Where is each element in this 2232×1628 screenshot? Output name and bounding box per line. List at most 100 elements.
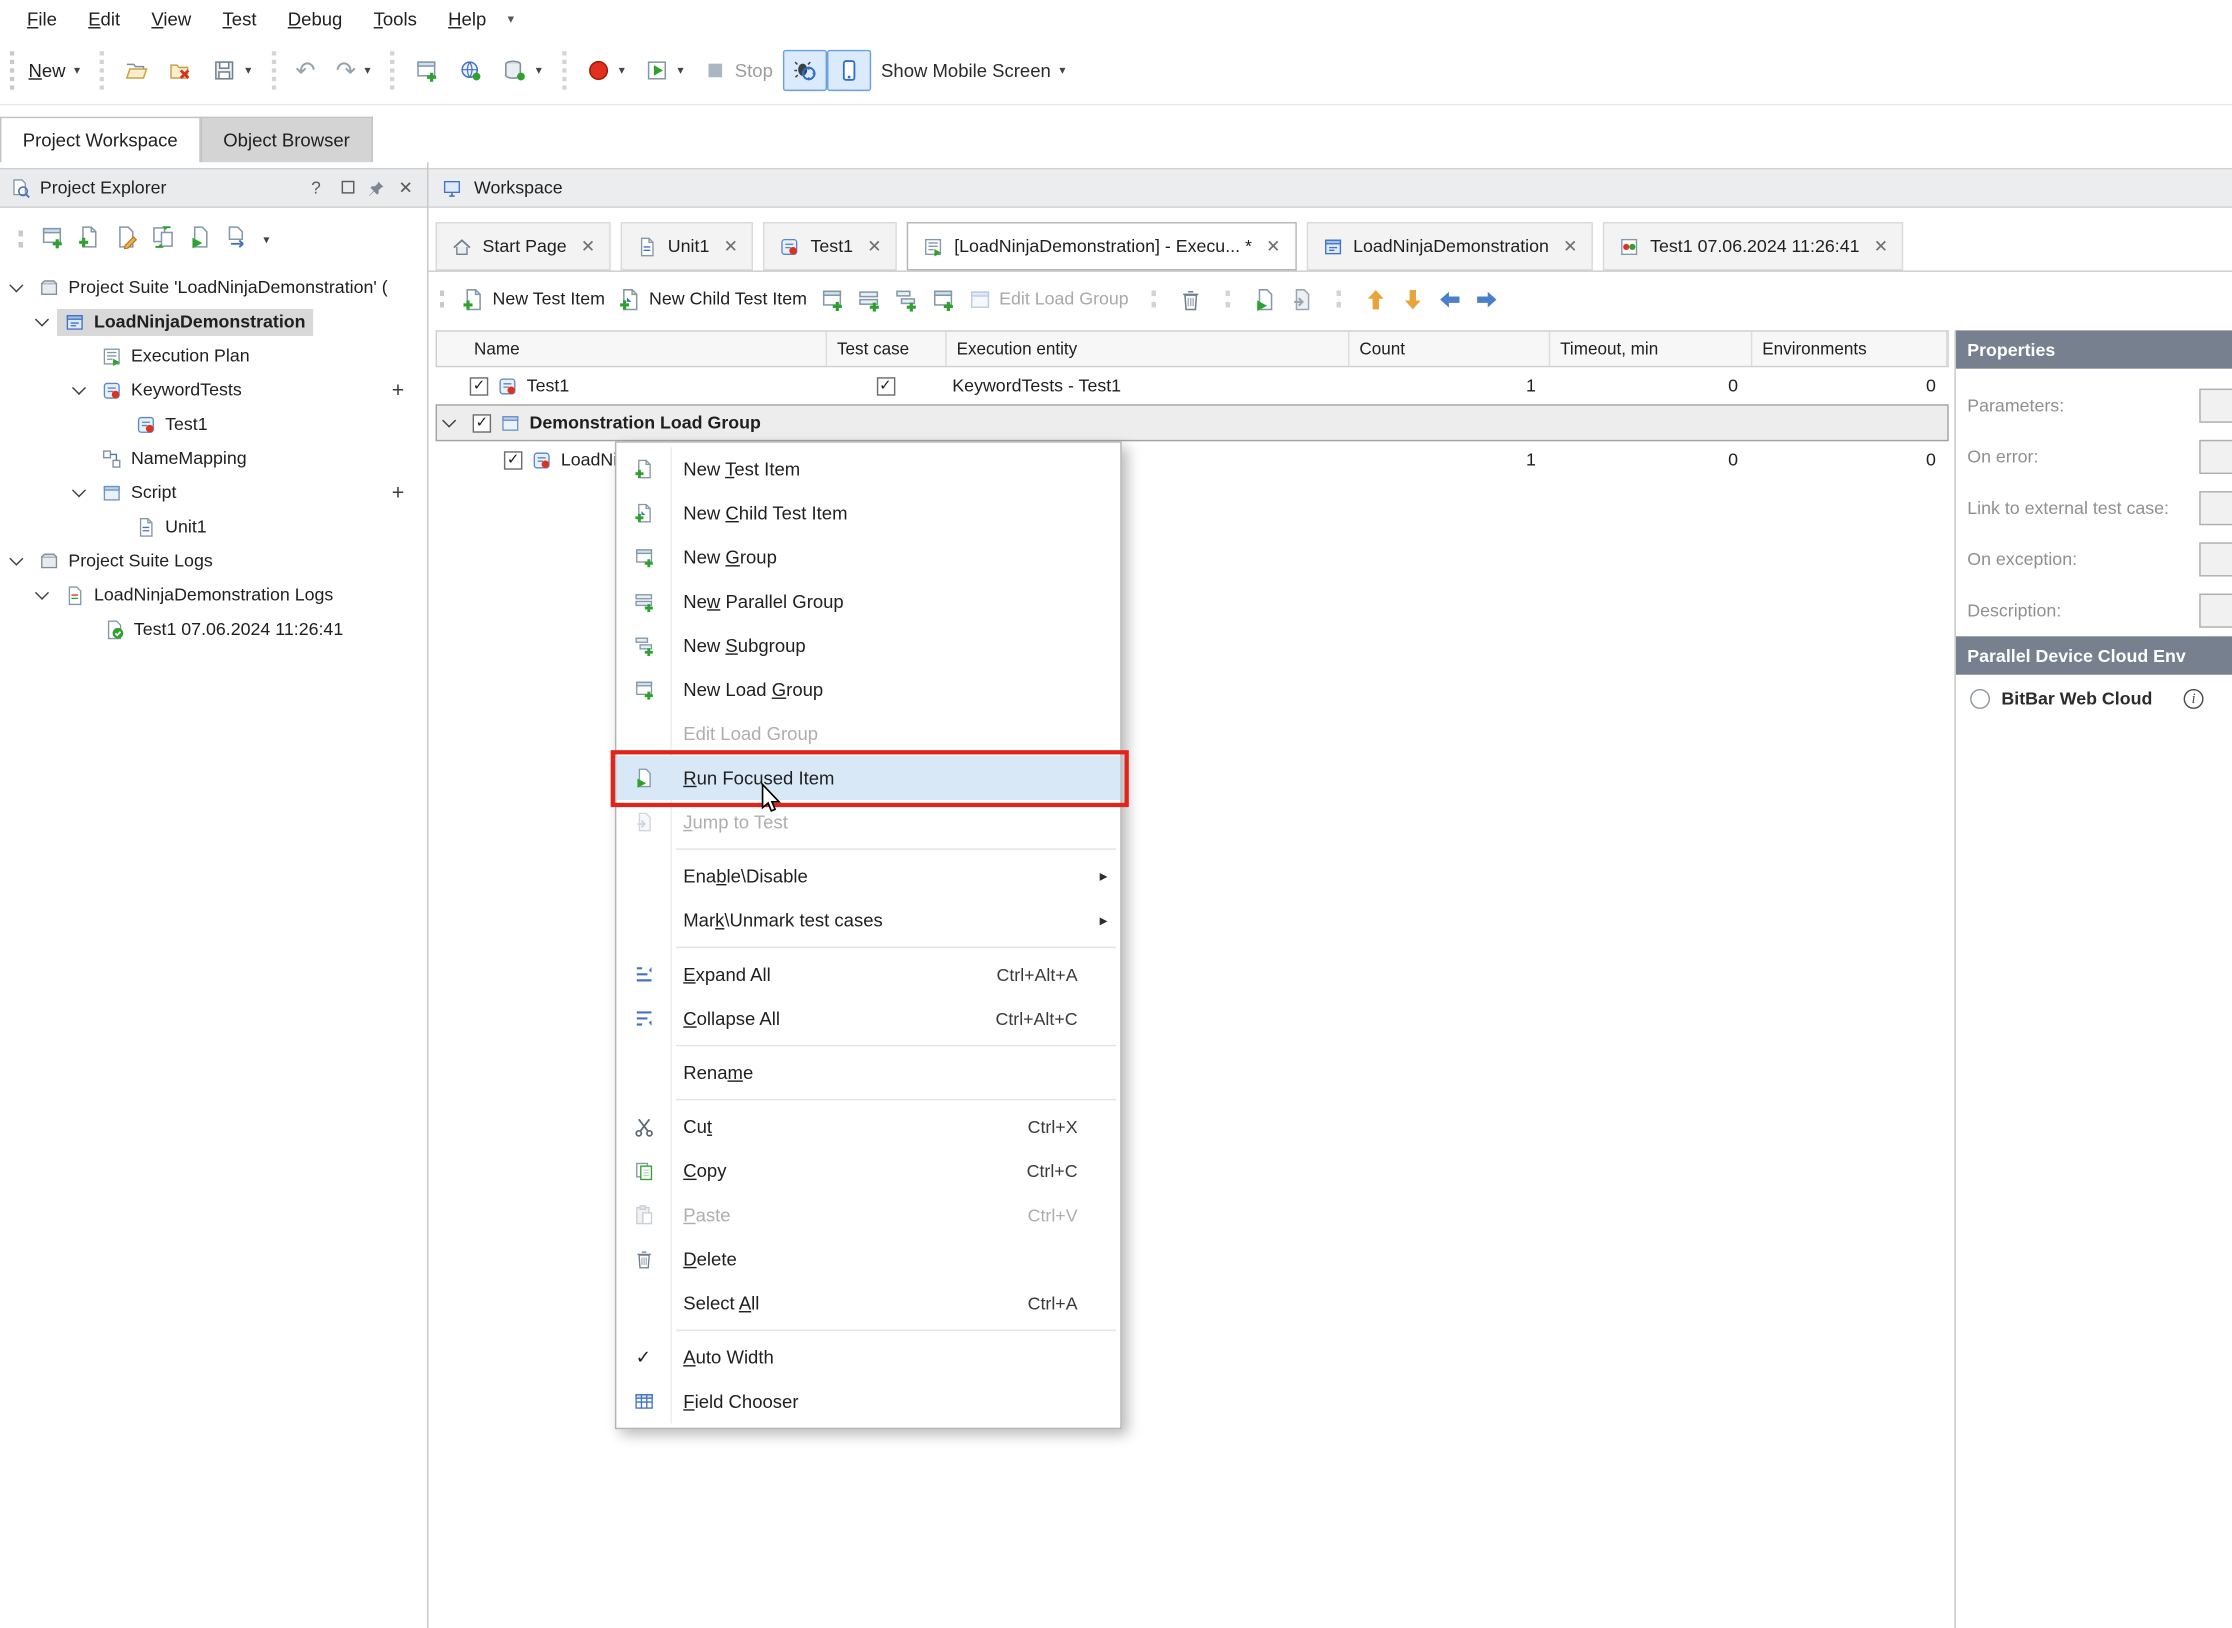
menu-debug[interactable]: Debug — [272, 4, 358, 34]
chevron-down-icon[interactable] — [9, 278, 23, 292]
pin-icon[interactable] — [367, 179, 386, 198]
tree-item-namemapping[interactable]: NameMapping — [0, 441, 427, 475]
chevron-down-icon[interactable] — [442, 414, 456, 428]
save-all-button[interactable]: ▾ — [203, 50, 262, 91]
menu-item-edit-load-group[interactable]: Edit Load Group — [616, 712, 1120, 756]
debug-mode-button[interactable] — [783, 50, 827, 91]
open-project-button[interactable] — [114, 50, 158, 91]
stop-button[interactable]: Stop — [694, 50, 783, 91]
add-script-unit-button[interactable]: + — [392, 482, 404, 503]
run-button[interactable]: ▾ — [635, 50, 694, 91]
move-right-button[interactable] — [1475, 287, 1499, 311]
menu-view[interactable]: View — [136, 4, 207, 34]
column-header-environments[interactable]: Environments — [1752, 332, 1947, 366]
chevron-down-icon[interactable] — [9, 552, 23, 566]
jump-to-test-button[interactable] — [1290, 287, 1314, 311]
menu-item-auto-width[interactable]: ✓ Auto Width — [616, 1335, 1120, 1379]
menu-item-expand-all[interactable]: Expand All Ctrl+Alt+A — [616, 952, 1120, 996]
menu-item-run-focused-item[interactable]: Run Focused Item — [616, 756, 1120, 800]
tree-item-loadninjademonstration[interactable]: LoadNinjaDemonstration — [0, 305, 427, 339]
mobile-screen-button[interactable] — [827, 50, 871, 91]
menu-item-jump-to-test[interactable]: Jump to Test — [616, 800, 1120, 844]
close-icon[interactable]: ✕ — [581, 236, 595, 256]
menu-help[interactable]: Help — [433, 4, 502, 34]
show-mobile-screen-button[interactable]: Show Mobile Screen ▾ — [871, 51, 1075, 89]
close-icon[interactable]: ✕ — [394, 177, 417, 200]
tree-item-execution-plan[interactable]: Execution Plan — [0, 339, 427, 373]
table-row-test1[interactable]: ✓ Test1 ✓ KeywordTests - Test1 1 0 0 — [436, 367, 1949, 404]
doc-tab-start-page[interactable]: Start Page ✕ — [436, 222, 611, 270]
menu-item-new-test-item[interactable]: New Test Item — [616, 447, 1120, 491]
row-checkbox[interactable]: ✓ — [473, 414, 492, 433]
edit-item-button[interactable] — [114, 225, 138, 253]
sync-items-button[interactable] — [151, 225, 175, 253]
menu-item-new-parallel-group[interactable]: New Parallel Group — [616, 579, 1120, 623]
add-project-item-button[interactable] — [40, 225, 64, 253]
tree-item-keywordtests[interactable]: KeywordTests + — [0, 373, 427, 407]
column-header-execution-entity[interactable]: Execution entity — [947, 332, 1350, 366]
undo-button[interactable]: ↶ — [286, 50, 326, 91]
record-button[interactable]: ▾ — [576, 50, 635, 91]
table-row-demonstration-load-group[interactable]: ✓ Demonstration Load Group — [436, 404, 1949, 441]
new-item-button[interactable] — [77, 225, 101, 253]
doc-tab-test1-log[interactable]: Test1 07.06.2024 11:26:41 ✕ — [1603, 222, 1904, 270]
column-header-name[interactable]: Name — [437, 332, 827, 366]
close-icon[interactable]: ✕ — [724, 236, 738, 256]
on-exception-control[interactable] — [2199, 542, 2232, 576]
delete-item-button[interactable] — [1179, 287, 1203, 311]
menu-tools[interactable]: Tools — [358, 4, 433, 34]
doc-tab-loadninjademonstration[interactable]: LoadNinjaDemonstration ✕ — [1306, 222, 1593, 270]
column-header-count[interactable]: Count — [1349, 332, 1550, 366]
chevron-down-icon[interactable] — [35, 586, 49, 600]
description-control[interactable] — [2199, 594, 2232, 628]
new-subgroup-button[interactable] — [894, 287, 918, 311]
menu-item-copy[interactable]: Copy Ctrl+C — [616, 1149, 1120, 1193]
menu-item-new-load-group[interactable]: New Load Group — [616, 668, 1120, 712]
new-load-group-button[interactable] — [931, 287, 955, 311]
menu-item-new-child-test-item[interactable]: New Child Test Item — [616, 491, 1120, 535]
menu-item-new-subgroup[interactable]: New Subgroup — [616, 623, 1120, 667]
menu-item-field-chooser[interactable]: Field Chooser — [616, 1379, 1120, 1423]
info-icon[interactable]: i — [2184, 689, 2204, 709]
toolbar-drag-handle[interactable] — [19, 231, 23, 248]
column-header-timeout[interactable]: Timeout, min — [1550, 332, 1752, 366]
export-button[interactable] — [225, 225, 249, 253]
redo-button[interactable]: ↷ ▾ — [326, 50, 381, 91]
float-icon[interactable] — [336, 177, 359, 200]
menu-file[interactable]: File — [11, 4, 72, 34]
data-generator-button[interactable]: ▾ — [493, 50, 552, 91]
move-left-button[interactable] — [1438, 287, 1462, 311]
chevron-down-icon[interactable] — [35, 313, 49, 327]
menu-item-cut[interactable]: Cut Ctrl+X — [616, 1105, 1120, 1149]
toolbar-drag-handle[interactable] — [440, 290, 444, 307]
run-focused-item-button[interactable] — [1253, 287, 1277, 311]
close-icon[interactable]: ✕ — [1266, 236, 1280, 256]
close-project-button[interactable] — [158, 50, 202, 91]
new-parallel-group-button[interactable] — [857, 287, 881, 311]
menu-item-paste[interactable]: Paste Ctrl+V — [616, 1193, 1120, 1237]
toolbar-drag-handle[interactable] — [10, 51, 14, 89]
close-icon[interactable]: ✕ — [1563, 236, 1577, 256]
menu-item-enable-disable[interactable]: Enable\Disable ▸ — [616, 854, 1120, 898]
row-checkbox[interactable]: ✓ — [504, 451, 523, 470]
help-icon[interactable]: ? — [305, 177, 328, 200]
new-test-item-button[interactable]: New Test Item — [461, 287, 605, 311]
tab-project-workspace[interactable]: Project Workspace — [0, 117, 201, 163]
tree-item-script[interactable]: Script + — [0, 475, 427, 509]
new-group-button[interactable] — [820, 287, 844, 311]
menu-item-select-all[interactable]: Select All Ctrl+A — [616, 1281, 1120, 1325]
close-icon[interactable]: ✕ — [867, 236, 881, 256]
menu-item-delete[interactable]: Delete — [616, 1237, 1120, 1281]
run-project-button[interactable] — [188, 225, 212, 253]
column-header-test-case[interactable]: Test case — [827, 332, 947, 366]
menu-edit[interactable]: Edit — [73, 4, 136, 34]
add-new-item-button[interactable] — [405, 50, 449, 91]
link-external-control[interactable] — [2199, 491, 2232, 525]
tree-item-test1-log[interactable]: Test1 07.06.2024 11:26:41 — [0, 612, 427, 646]
menu-item-rename[interactable]: Rename — [616, 1051, 1120, 1095]
chevron-down-icon[interactable]: ▾ — [263, 231, 269, 247]
move-up-button[interactable] — [1364, 287, 1388, 311]
tree-item-project-suite-logs[interactable]: Project Suite Logs — [0, 544, 427, 578]
chevron-down-icon[interactable] — [72, 381, 86, 395]
web-checkpoint-button[interactable] — [449, 50, 493, 91]
